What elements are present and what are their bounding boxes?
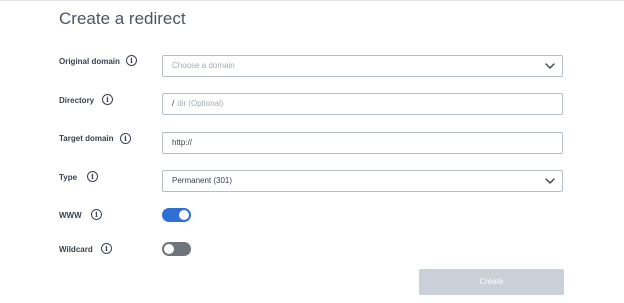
top-divider	[0, 0, 624, 1]
wildcard-toggle[interactable]	[162, 242, 191, 256]
chevron-down-icon	[545, 63, 555, 69]
www-label: WWW	[59, 211, 82, 220]
type-value: Permanent (301)	[172, 176, 233, 185]
target-domain-label: Target domain	[59, 134, 114, 143]
original-domain-label: Original domain	[59, 57, 120, 66]
directory-label: Directory	[59, 96, 95, 105]
info-icon[interactable]: i	[87, 171, 98, 182]
original-domain-placeholder: Choose a domain	[172, 61, 235, 70]
wildcard-label: Wildcard	[59, 245, 93, 254]
directory-prefix: /	[172, 99, 175, 108]
info-icon[interactable]: i	[126, 55, 137, 66]
toggle-knob	[179, 210, 189, 220]
original-domain-select[interactable]: Choose a domain	[162, 55, 563, 77]
page-title: Create a redirect	[59, 9, 186, 28]
target-domain-input[interactable]: http://	[162, 132, 563, 154]
toggle-knob	[164, 244, 174, 254]
info-icon[interactable]: i	[120, 133, 131, 144]
directory-placeholder: dir (Optional)	[177, 99, 224, 108]
target-domain-value: http://	[172, 138, 193, 147]
info-icon[interactable]: i	[101, 243, 112, 254]
directory-input[interactable]: / dir (Optional)	[162, 93, 563, 115]
type-label: Type	[59, 173, 78, 182]
type-select[interactable]: Permanent (301)	[162, 170, 563, 192]
chevron-down-icon	[545, 178, 555, 184]
info-icon[interactable]: i	[102, 94, 113, 105]
www-toggle[interactable]	[162, 208, 191, 222]
create-button[interactable]: Create	[419, 269, 564, 295]
info-icon[interactable]: i	[91, 209, 102, 220]
